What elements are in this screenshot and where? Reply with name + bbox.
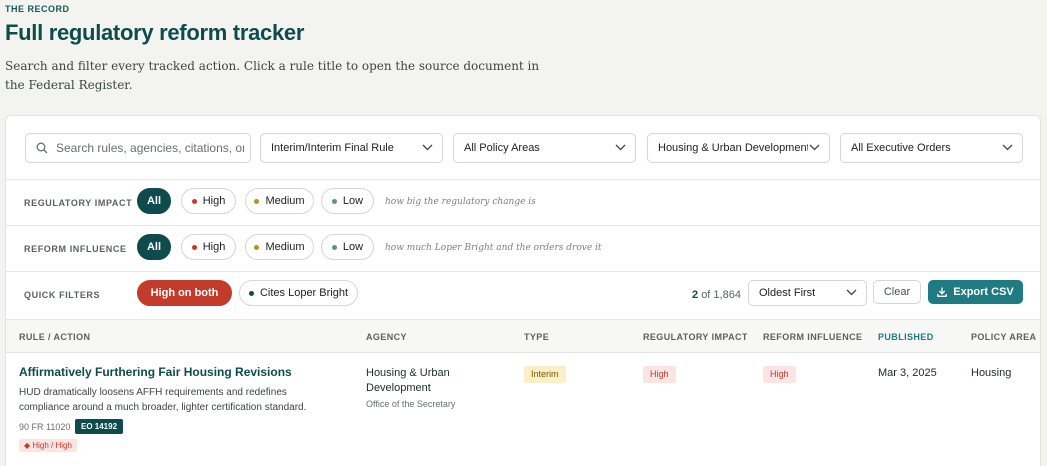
export-label: Export CSV <box>953 286 1014 298</box>
regulatory-impact-row: REGULATORY IMPACT All High Medium Low ho… <box>6 180 1040 226</box>
chevron-down-icon <box>809 144 820 151</box>
col-type[interactable]: TYPE <box>524 332 549 342</box>
influence-chip-all[interactable]: All <box>137 234 171 260</box>
chip-label: All <box>146 241 162 253</box>
col-published[interactable]: PUBLISHED <box>878 332 934 342</box>
col-agency[interactable]: AGENCY <box>366 332 407 342</box>
chip-label: High <box>202 241 226 253</box>
clear-button[interactable]: Clear <box>873 280 921 304</box>
influence-chip-medium[interactable]: Medium <box>245 234 314 260</box>
cites-loper-bright-chip[interactable]: Cites Loper Bright <box>239 280 358 306</box>
rule-title-link[interactable]: Affirmatively Furthering Fair Housing Re… <box>19 365 292 379</box>
download-icon <box>937 287 948 297</box>
table-header: RULE / ACTION AGENCY TYPE REGULATORY IMP… <box>6 320 1040 353</box>
result-count: 2 of 1,864 <box>692 289 741 301</box>
low-dot-icon <box>331 198 337 204</box>
high-dot-icon <box>191 244 197 250</box>
chip-label: Medium <box>265 241 305 253</box>
policy-area-select[interactable]: All Policy Areas <box>453 133 636 163</box>
policy-area: Housing <box>971 367 1012 379</box>
chip-label: High <box>202 195 226 207</box>
sub-agency-name: Office of the Secretary <box>366 399 456 409</box>
impact-chip-high[interactable]: High <box>181 188 236 214</box>
chevron-down-icon <box>615 144 626 151</box>
eo-badge: EO 14192 <box>75 419 124 434</box>
reform-influence-row: REFORM INFLUENCE All High Medium Low how… <box>6 226 1040 272</box>
col-regulatory-impact[interactable]: REGULATORY IMPACT <box>643 332 748 342</box>
agency-select-value: Housing & Urban Development <box>658 142 808 154</box>
reform-influence-label: REFORM INFLUENCE <box>24 244 127 254</box>
low-dot-icon <box>331 244 337 250</box>
filter-bar: Interim/Interim Final Rule All Policy Ar… <box>6 116 1040 180</box>
influence-hint: how much Loper Bright and the orders dro… <box>385 243 602 253</box>
chevron-down-icon <box>846 289 857 296</box>
type-select-value: Interim/Interim Final Rule <box>271 142 394 154</box>
impact-chip-low[interactable]: Low <box>321 188 374 214</box>
agency-select[interactable]: Housing & Urban Development <box>647 133 830 163</box>
search-icon <box>36 142 48 154</box>
clear-label: Clear <box>883 286 911 298</box>
chip-label: All <box>146 195 162 207</box>
col-reform-influence[interactable]: REFORM INFLUENCE <box>763 332 862 342</box>
impact-chip-medium[interactable]: Medium <box>245 188 314 214</box>
regulatory-impact-label: REGULATORY IMPACT <box>24 198 133 208</box>
chevron-down-icon <box>422 144 433 151</box>
executive-orders-select[interactable]: All Executive Orders <box>840 133 1023 163</box>
agency-name: Housing & Urban Development <box>366 367 450 394</box>
quick-filters-label: QUICK FILTERS <box>24 290 101 300</box>
chevron-down-icon <box>1002 144 1013 151</box>
orders-select-value: All Executive Orders <box>851 142 951 154</box>
influence-chip-high[interactable]: High <box>181 234 236 260</box>
page-description: Search and filter every tracked action. … <box>5 59 540 92</box>
published-date: Mar 3, 2025 <box>878 367 937 379</box>
type-badge: Interim <box>524 366 566 383</box>
high-on-both-chip[interactable]: High on both <box>137 280 232 306</box>
loper-dot-icon <box>248 290 254 296</box>
chip-label: Medium <box>265 195 305 207</box>
fr-citation: 90 FR 11020 <box>19 422 71 432</box>
sort-select-value: Oldest First <box>759 287 816 299</box>
export-csv-button[interactable]: Export CSV <box>928 280 1023 304</box>
rule-description: HUD dramatically loosens AFFH requiremen… <box>19 387 307 413</box>
impact-chip-all[interactable]: All <box>137 188 171 214</box>
impact-badge: High <box>643 366 676 383</box>
col-rule-action[interactable]: RULE / ACTION <box>19 332 90 342</box>
result-count-shown: 2 <box>692 289 699 301</box>
chip-label: Low <box>342 195 364 207</box>
policy-select-value: All Policy Areas <box>464 142 540 154</box>
search-input[interactable] <box>56 139 244 157</box>
type-select[interactable]: Interim/Interim Final Rule <box>260 133 443 163</box>
quick-filters-row: QUICK FILTERS High on both Cites Loper B… <box>6 272 1040 320</box>
chip-label: Cites Loper Bright <box>259 287 349 299</box>
influence-badge: High <box>763 366 796 383</box>
page-title: Full regulatory reform tracker <box>5 20 305 45</box>
influence-chip-low[interactable]: Low <box>321 234 374 260</box>
chip-label: Low <box>342 241 364 253</box>
high-high-badge: ◆ High / High <box>19 439 77 452</box>
medium-dot-icon <box>254 198 260 204</box>
sort-select[interactable]: Oldest First <box>748 280 867 306</box>
tracker-card: Interim/Interim Final Rule All Policy Ar… <box>5 115 1041 466</box>
table-row: Affirmatively Furthering Fair Housing Re… <box>6 353 1040 466</box>
impact-hint: how big the regulatory change is <box>385 197 536 207</box>
col-policy-area[interactable]: POLICY AREA <box>971 332 1036 342</box>
search-box[interactable] <box>25 133 251 163</box>
medium-dot-icon <box>254 244 260 250</box>
chip-label: High on both <box>150 287 219 299</box>
high-dot-icon <box>191 198 197 204</box>
result-count-total: of 1,864 <box>701 289 741 301</box>
eyebrow: THE RECORD <box>5 4 70 14</box>
